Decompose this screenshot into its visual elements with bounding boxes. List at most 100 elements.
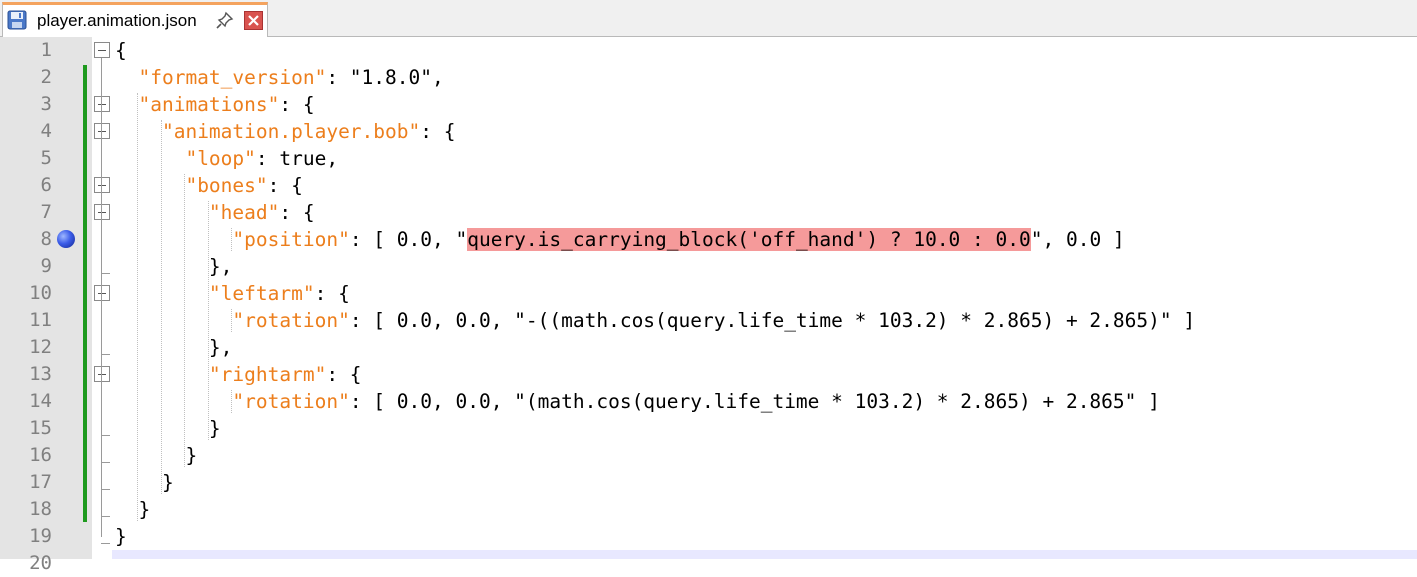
fold-end-19	[101, 543, 110, 544]
line-number: 14	[29, 390, 52, 412]
end-of-document-strip	[112, 550, 1417, 559]
code-token: : {	[420, 120, 456, 143]
line-number: 17	[29, 471, 52, 493]
fold-toggle-1[interactable]	[94, 42, 110, 58]
code-text: {	[115, 37, 127, 64]
code-text: "position": [ 0.0, "query.is_carrying_bl…	[115, 226, 1125, 253]
code-editor[interactable]: 1{2 "format_version": "1.8.0", 3 "animati…	[0, 37, 1417, 574]
code-line-14[interactable]: 14 "rotation": [ 0.0, 0.0, "(math.cos(qu…	[0, 388, 1417, 415]
code-text: "head": {	[115, 199, 315, 226]
code-text: "animation.player.bob": {	[115, 118, 456, 145]
code-line-5[interactable]: 5 "loop": true,	[0, 145, 1417, 172]
code-text: }	[115, 496, 150, 523]
line-number: 13	[29, 363, 52, 385]
code-line-10[interactable]: 10 "leftarm": {	[0, 280, 1417, 307]
fold-toggle-10[interactable]	[94, 285, 110, 301]
code-line-8[interactable]: 8 "position": [ 0.0, "query.is_carrying_…	[0, 226, 1417, 253]
code-line-18[interactable]: 18 }	[0, 496, 1417, 523]
tab-player-animation-json[interactable]: player.animation.json	[2, 2, 268, 37]
code-token: : {	[267, 174, 303, 197]
code-token: }	[115, 417, 221, 440]
code-text: }	[115, 523, 127, 550]
fold-end-9	[101, 273, 110, 274]
json-key: "rotation"	[232, 390, 350, 413]
code-token: : {	[279, 201, 315, 224]
line-number: 12	[29, 336, 52, 358]
json-key: "rotation"	[232, 309, 350, 332]
code-token: : {	[279, 93, 315, 116]
json-key: "position"	[232, 228, 350, 251]
line-number: 11	[29, 309, 52, 331]
line-number: 19	[29, 525, 52, 547]
line-number: 10	[29, 282, 52, 304]
line-number: 2	[40, 66, 52, 88]
code-line-3[interactable]: 3 "animations": {	[0, 91, 1417, 118]
json-key: "bones"	[185, 174, 268, 197]
code-line-13[interactable]: 13 "rightarm": {	[0, 361, 1417, 388]
code-text: "leftarm": {	[115, 280, 350, 307]
indent-guide	[160, 120, 162, 494]
indent-guide	[231, 228, 233, 251]
code-line-6[interactable]: 6 "bones": {	[0, 172, 1417, 199]
fold-toggle-6[interactable]	[94, 177, 110, 193]
json-key: "format_version"	[138, 66, 327, 89]
json-key: "leftarm"	[208, 282, 315, 305]
pin-icon[interactable]	[216, 11, 234, 29]
code-line-16[interactable]: 16 }	[0, 442, 1417, 469]
tab-bar: player.animation.json	[0, 0, 1417, 37]
code-line-4[interactable]: 4 "animation.player.bob": {	[0, 118, 1417, 145]
code-token: : "1.8.0",	[326, 66, 444, 89]
line-number: 3	[40, 93, 52, 115]
code-token: : true,	[255, 147, 339, 170]
fold-end-12	[101, 354, 110, 355]
code-line-9[interactable]: 9 },	[0, 253, 1417, 280]
code-line-1[interactable]: 1{	[0, 37, 1417, 64]
line-number: 8	[40, 228, 52, 250]
code-line-17[interactable]: 17 }	[0, 469, 1417, 496]
code-text: "rotation": [ 0.0, 0.0, "-((math.cos(que…	[115, 307, 1195, 334]
code-text: },	[115, 334, 233, 361]
fold-toggle-4[interactable]	[94, 123, 110, 139]
code-token: ", 0.0 ]	[1030, 228, 1125, 251]
line-number: 18	[29, 498, 52, 520]
code-token: : [ 0.0, 0.0, "(math.cos(query.life_time…	[349, 390, 1160, 413]
code-text: "bones": {	[115, 172, 303, 199]
bookmark-icon[interactable]	[57, 230, 75, 248]
code-line-11[interactable]: 11 "rotation": [ 0.0, 0.0, "-((math.cos(…	[0, 307, 1417, 334]
code-line-7[interactable]: 7 "head": {	[0, 199, 1417, 226]
fold-toggle-3[interactable]	[94, 96, 110, 112]
code-line-15[interactable]: 15 }	[0, 415, 1417, 442]
fold-line	[101, 58, 102, 537]
fold-toggle-7[interactable]	[94, 204, 110, 220]
line-number: 5	[40, 147, 52, 169]
indent-guide	[231, 309, 233, 332]
code-text: "format_version": "1.8.0",	[115, 64, 444, 91]
code-line-19[interactable]: 19}	[0, 523, 1417, 550]
close-icon[interactable]	[244, 11, 263, 30]
code-line-2[interactable]: 2 "format_version": "1.8.0",	[0, 64, 1417, 91]
fold-toggle-13[interactable]	[94, 366, 110, 382]
indent-guide	[184, 174, 186, 467]
code-text: "loop": true,	[115, 145, 338, 172]
code-line-12[interactable]: 12 },	[0, 334, 1417, 361]
tab-file-name: player.animation.json	[37, 11, 197, 30]
line-number: 9	[40, 255, 52, 277]
json-key: "rightarm"	[208, 363, 327, 386]
json-key: "head"	[208, 201, 280, 224]
code-token: }	[115, 471, 174, 494]
fold-end-16	[101, 462, 110, 463]
code-text: "rotation": [ 0.0, 0.0, "(math.cos(query…	[115, 388, 1160, 415]
code-token: : [ 0.0, 0.0, "-((math.cos(query.life_ti…	[349, 309, 1196, 332]
code-token: }	[115, 498, 151, 521]
fold-end-17	[101, 489, 110, 490]
